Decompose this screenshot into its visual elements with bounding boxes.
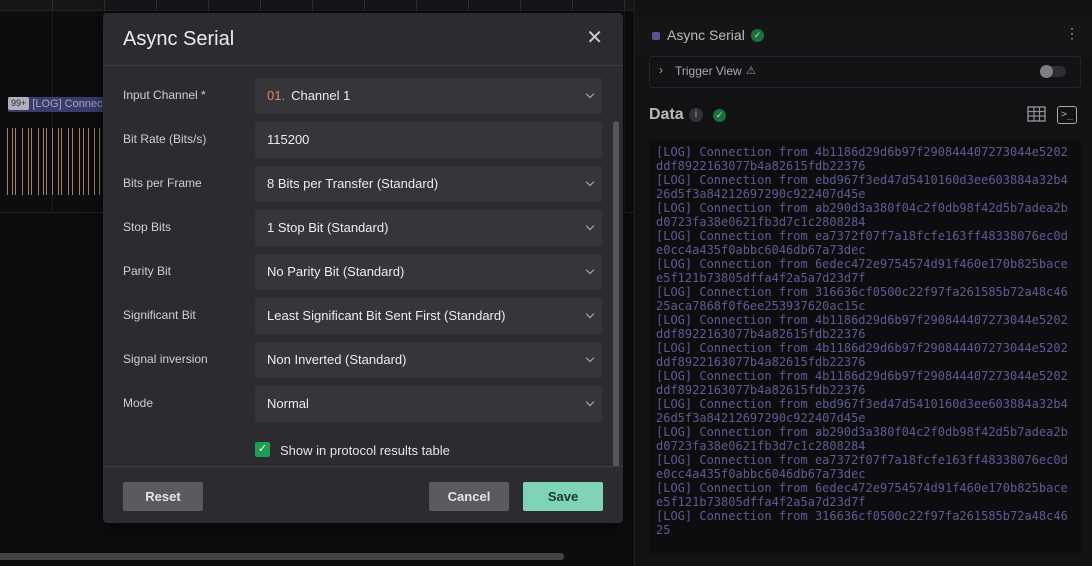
field-label: Signal inversion (123, 352, 208, 366)
field-value-text: 1 Stop Bit (Standard) (267, 220, 389, 235)
reset-button[interactable]: Reset (123, 482, 203, 511)
field-value: No Parity Bit (Standard) (267, 264, 404, 279)
field-select[interactable]: 1 Stop Bit (Standard) (255, 210, 602, 246)
dialog-body: Input Channel * 01. Channel 1 Bit Rate (Bit… (103, 66, 623, 466)
save-button[interactable]: Save (523, 482, 603, 511)
field-value: Normal (267, 396, 309, 411)
field-value-text: 115200 (267, 132, 310, 147)
dialog-footer: Reset Cancel Save (103, 466, 623, 524)
show-in-table-option[interactable]: ✓ Show in protocol results table (255, 440, 555, 460)
field-row: Mode Normal (103, 386, 613, 422)
dialog-header: Async Serial ✕ (103, 13, 623, 66)
field-select[interactable]: Non Inverted (Standard) (255, 342, 602, 378)
chevron-down-icon (585, 353, 595, 363)
field-select[interactable]: No Parity Bit (Standard) (255, 254, 602, 290)
field-row: Bit Rate (Bits/s) 115200 (103, 122, 613, 158)
chevron-down-icon (585, 177, 595, 187)
field-row: Bits per Frame 8 Bits per Transfer (Stand… (103, 166, 613, 202)
field-value: Non Inverted (Standard) (267, 352, 406, 367)
field-select[interactable]: 01. Channel 1 (255, 78, 602, 114)
field-row: Signal inversion Non Inverted (Standard) (103, 342, 613, 378)
field-value-text: Least Significant Bit Sent First (Standa… (267, 308, 506, 323)
field-value: 115200 (267, 132, 309, 147)
field-row: Parity Bit No Parity Bit (Standard) (103, 254, 613, 290)
chevron-down-icon (585, 309, 595, 319)
dialog-scrollbar[interactable] (613, 121, 619, 466)
chevron-down-icon (585, 221, 595, 231)
field-label: Significant Bit (123, 308, 196, 322)
chevron-down-icon (585, 397, 595, 407)
show-in-table-checkbox[interactable]: ✓ (255, 442, 270, 457)
dialog-title: Async Serial (123, 28, 235, 50)
cancel-button[interactable]: Cancel (429, 482, 509, 511)
field-value-text: Channel 1 (291, 88, 351, 103)
chevron-down-icon (585, 265, 595, 275)
show-in-table-label: Show in protocol results table (280, 443, 450, 458)
field-row: Significant Bit Least Significant Bit Sen… (103, 298, 613, 334)
field-value: 1 Stop Bit (Standard) (267, 220, 388, 235)
field-value: 01. Channel 1 (267, 88, 350, 103)
analyzer-settings-dialog: Async Serial ✕ Input Channel * 01. Channel… (103, 13, 623, 523)
field-value-text: Non Inverted (Standard) (267, 352, 407, 367)
close-icon[interactable]: ✕ (586, 27, 603, 49)
field-select[interactable]: Normal (255, 386, 602, 422)
field-input[interactable]: 115200 (255, 122, 602, 158)
field-label: Parity Bit (123, 264, 172, 278)
field-row: Input Channel * 01. Channel 1 (103, 78, 613, 114)
field-value: 8 Bits per Transfer (Standard) (267, 176, 438, 191)
chevron-down-icon (585, 89, 595, 99)
field-row: Stop Bits 1 Stop Bit (Standard) (103, 210, 613, 246)
field-label: Bit Rate (Bits/s) (123, 132, 207, 146)
channel-index: 01. (267, 88, 286, 103)
field-value-text: No Parity Bit (Standard) (267, 264, 405, 279)
field-value-text: Normal (267, 396, 309, 411)
field-label: Mode (123, 396, 154, 410)
field-label: Bits per Frame (123, 176, 202, 190)
field-label: Stop Bits (123, 220, 172, 234)
field-label: Input Channel * (123, 88, 206, 102)
field-value: Least Significant Bit Sent First (Standa… (267, 308, 505, 323)
field-select[interactable]: 8 Bits per Transfer (Standard) (255, 166, 602, 202)
field-value-text: 8 Bits per Transfer (Standard) (267, 176, 439, 191)
field-select[interactable]: Least Significant Bit Sent First (Standa… (255, 298, 602, 334)
